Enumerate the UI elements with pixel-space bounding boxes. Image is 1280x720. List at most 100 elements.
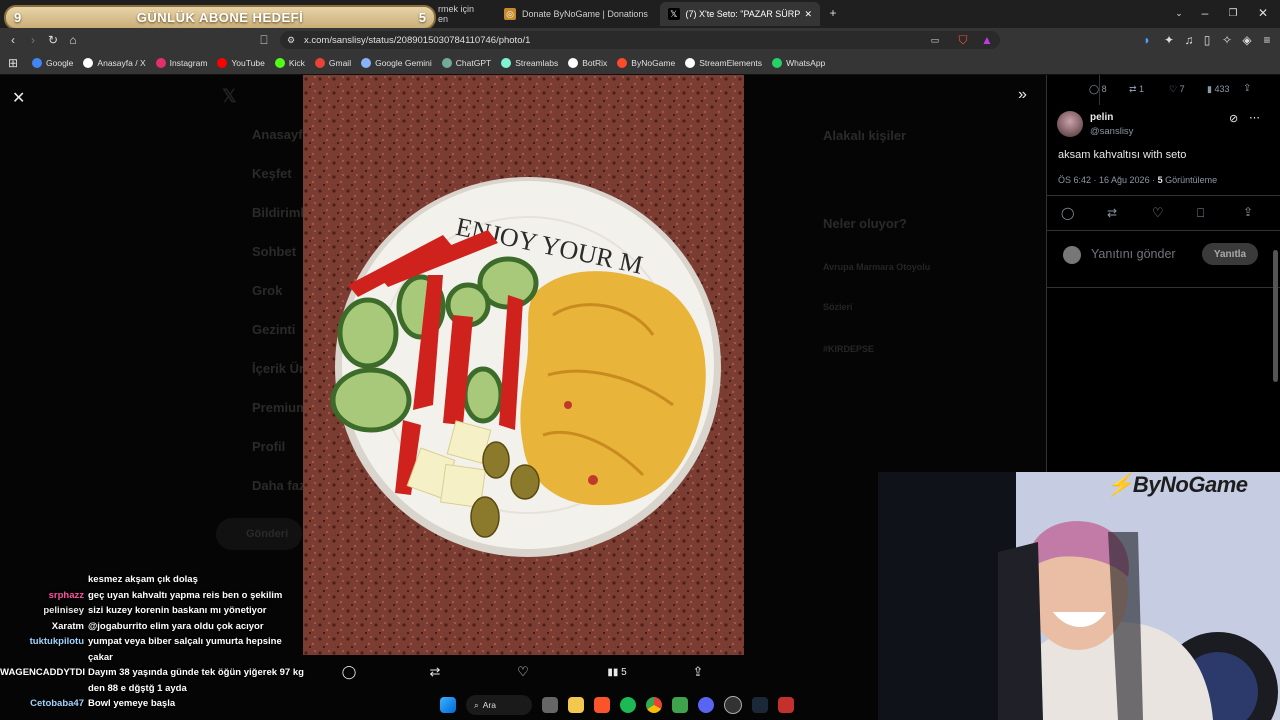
retweet-icon[interactable]: ⇄: [1107, 206, 1117, 220]
task-view-icon[interactable]: [542, 697, 558, 713]
share-icon[interactable]: ⇪: [690, 664, 706, 680]
chat-username: Xaratm: [51, 620, 84, 632]
obs-icon[interactable]: [724, 696, 742, 714]
home-icon[interactable]: ⌂: [66, 33, 80, 47]
sidebar-toggle-icon[interactable]: ▯: [1200, 33, 1214, 47]
menu-icon[interactable]: ≡: [1260, 33, 1274, 47]
prev-share-icon[interactable]: ⇪: [1243, 83, 1251, 94]
bookmark-label: YouTube: [231, 58, 265, 68]
spotify-icon[interactable]: [620, 697, 636, 713]
cast-icon[interactable]: ▭: [928, 33, 942, 47]
brave-shield-icon[interactable]: ⛉: [956, 33, 970, 47]
apps-grid-icon[interactable]: ⊞: [6, 56, 20, 70]
taskbar-search[interactable]: ⌕ Ara: [466, 695, 532, 715]
bookmark-icon[interactable]: ⎕: [1197, 206, 1204, 221]
bookmark-chatgpt[interactable]: ChatGPT: [441, 58, 491, 68]
extensions-icon[interactable]: ✦: [1162, 33, 1176, 47]
like-icon[interactable]: ♡: [515, 664, 531, 680]
chat-message: WAGENCADDYTDI Dayım 38 yaşında günde tek …: [0, 665, 305, 696]
trend-item: Sözleri: [823, 302, 853, 312]
bookmark-whatsapp[interactable]: WhatsApp: [772, 58, 825, 68]
bookmark-label: Kick: [288, 58, 305, 68]
collapse-panel-icon[interactable]: »: [1018, 86, 1027, 104]
share-icon[interactable]: ⇪: [1243, 205, 1253, 219]
divider: [1047, 195, 1280, 196]
bookmark-instagram[interactable]: Instagram: [155, 58, 208, 68]
bookmark-page-icon[interactable]: ⎕: [257, 33, 271, 47]
bookmark-kick[interactable]: Kick: [274, 58, 305, 68]
bookmark-google[interactable]: Google: [32, 58, 73, 68]
my-avatar: [1063, 246, 1081, 264]
reply-icon[interactable]: ◯: [341, 664, 357, 680]
bookmark-favicon-icon: [361, 58, 372, 68]
minimize-icon[interactable]: –: [1198, 6, 1212, 20]
prev-likes-stat[interactable]: ♡ 7: [1169, 84, 1185, 95]
tab-3[interactable]: 𝕏 (7) X'te Seto: "PAZAR SÜRPRİZİ ✕: [660, 2, 820, 26]
taskbar-search-label: Ara: [482, 700, 496, 710]
reply-icon[interactable]: ◯: [1061, 206, 1074, 220]
chat-username: tuktukpilotu: [29, 636, 84, 647]
bookmark-google-gemini[interactable]: Google Gemini: [361, 58, 432, 68]
more-options-icon[interactable]: ⋯: [1249, 111, 1260, 124]
tweet-timestamp[interactable]: ÖS 6:42 · 16 Ağu 2026 ·: [1058, 175, 1158, 185]
bookmark-label: Instagram: [169, 58, 208, 68]
new-tab-icon[interactable]: +: [826, 6, 840, 20]
app-icon[interactable]: [672, 697, 688, 713]
brave-rewards-icon[interactable]: ▲: [980, 33, 994, 47]
bookmark-label: Google: [46, 58, 74, 68]
bookmark-bynogame[interactable]: ByNoGame: [617, 58, 675, 68]
chat-text: kesmez akşam çık dolaş: [88, 574, 198, 585]
audio-icon[interactable]: ◗: [1140, 33, 1154, 47]
reload-icon[interactable]: ↻: [46, 33, 60, 47]
display-name[interactable]: pelin: [1090, 112, 1113, 123]
views-stat[interactable]: ▮▮ 5: [602, 664, 632, 680]
brave-icon[interactable]: [594, 697, 610, 713]
maximize-icon[interactable]: ❐: [1226, 6, 1240, 20]
back-icon[interactable]: ‹: [6, 33, 20, 47]
prev-replies-stat[interactable]: ◯ 8: [1089, 84, 1107, 95]
vpn-icon[interactable]: ◈: [1240, 33, 1254, 47]
media-player-icon[interactable]: [778, 697, 794, 713]
bookmark-streamlabs[interactable]: Streamlabs: [501, 58, 558, 68]
scrollbar[interactable]: [1273, 250, 1278, 382]
bookmark-youtube[interactable]: YouTube: [217, 58, 265, 68]
tab-1[interactable]: rmek için en: [430, 2, 494, 26]
steam-icon[interactable]: [752, 697, 768, 713]
bookmark-favicon-icon: [83, 58, 94, 68]
file-explorer-icon[interactable]: [568, 697, 584, 713]
handle[interactable]: @sanslisy: [1090, 126, 1133, 137]
site-info-icon[interactable]: ⚙: [284, 33, 298, 47]
tweet-photo[interactable]: ENJOY YOUR M: [303, 75, 744, 655]
bookmark-botrix[interactable]: BotRix: [568, 58, 607, 68]
bookmark-favicon-icon: [617, 58, 628, 68]
tab-search-icon[interactable]: ⌄: [1172, 6, 1186, 20]
url-field[interactable]: x.com/sanslisy/status/208901503078411074…: [280, 31, 1000, 49]
bookmark-label: StreamElements: [699, 58, 763, 68]
reply-input[interactable]: Yanıtını gönder: [1091, 247, 1176, 261]
bookmark-label: Google Gemini: [375, 58, 432, 68]
discord-icon[interactable]: [698, 697, 714, 713]
window-close-icon[interactable]: ✕: [1256, 6, 1270, 20]
close-tab-icon[interactable]: ✕: [804, 9, 812, 20]
like-icon[interactable]: ♡: [1152, 205, 1164, 221]
bookmarks-bar: ⊞ Google Anasayfa / X Instagram YouTube Kick…: [0, 52, 1280, 75]
bookmark-gmail[interactable]: Gmail: [314, 58, 351, 68]
prev-retweets-stat[interactable]: ⇄ 1: [1129, 84, 1144, 95]
reply-submit-button[interactable]: Yanıtla: [1202, 243, 1258, 265]
bookmark-favicon-icon: [772, 58, 783, 68]
tab-2[interactable]: ◎ Donate ByNoGame | Donations: [496, 2, 656, 26]
avatar[interactable]: [1057, 111, 1083, 137]
retweet-icon[interactable]: ⇄: [427, 664, 443, 680]
bookmark-anasayfa-x[interactable]: Anasayfa / X: [83, 58, 146, 68]
prev-views-stat[interactable]: ▮ 433: [1207, 84, 1229, 95]
bookmark-streamelements[interactable]: StreamElements: [685, 58, 762, 68]
windows-start-icon[interactable]: [440, 697, 456, 713]
chrome-icon[interactable]: [646, 697, 662, 713]
chat-username: pelinisey: [43, 605, 84, 616]
grok-icon[interactable]: ⊘: [1229, 112, 1238, 125]
leo-ai-icon[interactable]: ✧: [1220, 33, 1234, 47]
forward-icon[interactable]: ›: [26, 33, 40, 47]
close-photo-icon[interactable]: ✕: [12, 88, 25, 108]
media-icon[interactable]: ♫: [1182, 33, 1196, 47]
tab-label: Donate ByNoGame | Donations: [522, 9, 648, 19]
